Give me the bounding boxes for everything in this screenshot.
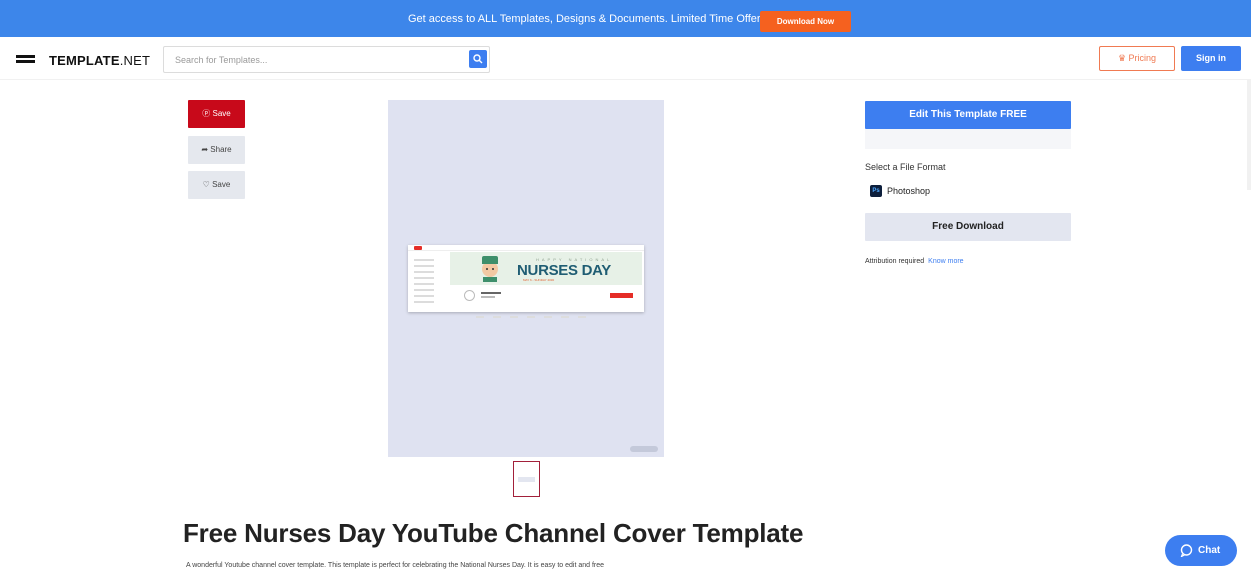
crown-icon: ♛ (1117, 53, 1129, 63)
site-header: TEMPLATE.NET ♛ Pricing Sign in (0, 37, 1251, 80)
format-option-photoshop[interactable]: Photoshop (887, 186, 930, 196)
scrollbar[interactable] (1247, 80, 1251, 190)
file-format-label: Select a File Format (865, 162, 946, 172)
chat-bubble-icon (1180, 544, 1193, 557)
know-more-link[interactable]: Know more (928, 258, 963, 265)
edit-options-strip (865, 129, 1071, 149)
pinterest-save-button[interactable]: ⓟ Save (188, 100, 245, 128)
search-input[interactable] (164, 47, 464, 72)
chat-button[interactable]: Chat (1165, 535, 1237, 566)
pricing-button[interactable]: ♛ Pricing (1099, 46, 1175, 71)
preview-badge (630, 446, 658, 452)
subscribe-button-mock (610, 293, 633, 298)
banner-date: MAY 6 - SUNDAY 2030 (523, 278, 555, 282)
template-description: A wonderful Youtube channel cover templa… (186, 562, 605, 569)
share-button[interactable]: ➦ Share (188, 136, 245, 164)
search-icon (473, 54, 483, 64)
channel-banner: HAPPY NATIONAL NURSES DAY MAY 6 - SUNDAY… (450, 252, 642, 285)
site-logo[interactable]: TEMPLATE.NET (49, 53, 150, 68)
nurse-illustration-icon (482, 256, 498, 282)
youtube-logo-icon (414, 246, 422, 250)
free-download-button[interactable]: Free Download (865, 213, 1071, 241)
search-button[interactable] (469, 50, 487, 68)
search-bar (163, 46, 490, 73)
banner-title: NURSES DAY (517, 262, 611, 279)
subscriber-count-placeholder (481, 296, 495, 298)
page-title: Free Nurses Day YouTube Channel Cover Te… (183, 518, 804, 548)
channel-name-placeholder (481, 292, 501, 294)
sign-in-button[interactable]: Sign in (1181, 46, 1241, 71)
promo-bar: Get access to ALL Templates, Designs & D… (0, 0, 1251, 37)
attribution-note: Attribution required Know more (865, 258, 964, 265)
share-icon: ➦ (201, 145, 211, 154)
bookmark-save-button[interactable]: ♡ Save (188, 171, 245, 199)
edit-template-button[interactable]: Edit This Template FREE (865, 101, 1071, 129)
heart-icon: ♡ (202, 180, 213, 189)
channel-info-row (464, 290, 640, 302)
mockup-topbar (408, 245, 644, 251)
pinterest-icon: ⓟ (202, 109, 213, 118)
mockup-sidebar (410, 255, 444, 303)
template-preview[interactable]: HAPPY NATIONAL NURSES DAY MAY 6 - SUNDAY… (388, 100, 664, 457)
photoshop-icon[interactable]: Ps (870, 185, 882, 197)
youtube-channel-mockup: HAPPY NATIONAL NURSES DAY MAY 6 - SUNDAY… (408, 245, 644, 318)
avatar (464, 290, 475, 301)
preview-thumbnail[interactable] (513, 461, 540, 497)
channel-tabs (476, 305, 626, 318)
menu-icon[interactable] (16, 55, 35, 67)
promo-text: Get access to ALL Templates, Designs & D… (408, 13, 761, 25)
download-now-button[interactable]: Download Now (760, 11, 851, 32)
